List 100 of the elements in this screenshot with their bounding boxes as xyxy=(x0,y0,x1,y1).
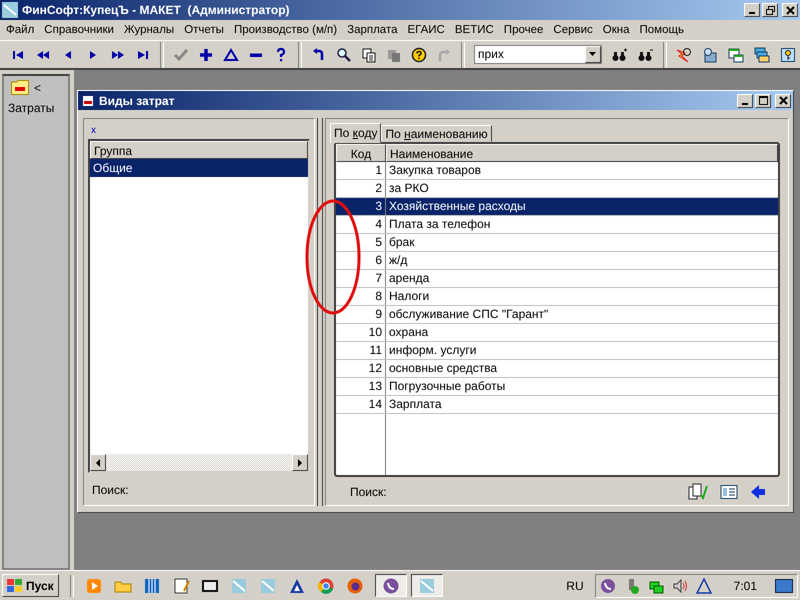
maximize-button[interactable] xyxy=(755,94,771,108)
code-cell: 9 xyxy=(336,306,386,323)
taskbar-button[interactable] xyxy=(410,574,443,597)
code-cell: 2 xyxy=(336,180,386,197)
tab[interactable]: По наименованию xyxy=(381,125,492,142)
table-row[interactable]: 14 Зарплата xyxy=(336,396,778,414)
plus-icon[interactable] xyxy=(198,46,214,62)
close-icon xyxy=(778,96,788,105)
table-row[interactable]: 8 Налоги xyxy=(336,288,778,306)
minimize-icon xyxy=(749,12,755,14)
table-row[interactable]: 10 охрана xyxy=(336,324,778,342)
restore-icon xyxy=(766,6,774,14)
menu-item[interactable]: Справочники xyxy=(39,24,119,36)
name-cell-text: Зарплата xyxy=(388,396,443,413)
group-marker: x xyxy=(90,125,96,138)
start-button[interactable]: Пуск xyxy=(2,574,59,597)
lightning-search-icon[interactable] xyxy=(676,46,693,62)
triangle-logo-icon[interactable] xyxy=(696,578,712,594)
name-cell-text: брак xyxy=(388,234,416,251)
search-label: Поиск: xyxy=(350,485,387,499)
checkmark-icon[interactable] xyxy=(173,46,189,62)
search-label: Поиск: xyxy=(91,482,130,497)
code-cell: 8 xyxy=(336,288,386,305)
scroll-right-icon[interactable] xyxy=(298,458,302,466)
column-header[interactable]: Код xyxy=(336,144,386,162)
menu-item[interactable]: Помощь xyxy=(634,24,689,36)
menu-item[interactable]: Зарплата xyxy=(342,24,402,36)
triangle-icon[interactable] xyxy=(223,46,239,62)
menu-item[interactable]: Отчеты xyxy=(179,24,229,36)
code-cell: 11 xyxy=(336,342,386,359)
name-cell-text: Хозяйственные расходы xyxy=(388,198,527,215)
windows-icon[interactable] xyxy=(728,46,745,62)
name-cell-text: аренда xyxy=(388,270,430,287)
menu-item[interactable]: Сервис xyxy=(548,24,598,36)
table-row[interactable]: 4 Плата за телефон xyxy=(336,216,778,234)
list-window-icon[interactable] xyxy=(720,484,738,500)
desktop-icon[interactable] xyxy=(775,578,793,592)
column-header[interactable]: Группа xyxy=(90,141,308,159)
menu-item[interactable]: Журналы xyxy=(118,24,180,36)
name-cell-text: охрана xyxy=(388,324,430,341)
menu-item[interactable]: ВЕТИС xyxy=(450,24,499,36)
horizontal-scrollbar[interactable] xyxy=(90,454,308,471)
name-cell-text: ж/д xyxy=(388,252,408,269)
code-cell: 5 xyxy=(336,234,386,251)
minimize-button[interactable] xyxy=(737,94,753,108)
scroll-left-icon[interactable] xyxy=(96,458,100,466)
close-button[interactable] xyxy=(782,3,798,17)
window-icon xyxy=(83,96,93,106)
table-row[interactable]: 7 аренда xyxy=(336,270,778,288)
code-cell: 7 xyxy=(336,270,386,287)
binoculars-plus-icon[interactable] xyxy=(611,46,628,62)
table-row[interactable]: 1 Закупка товаров xyxy=(336,162,778,180)
speaker-icon[interactable] xyxy=(672,578,688,594)
table-row[interactable]: 6 ж/д xyxy=(336,252,778,270)
menu-item[interactable]: Производство (м/п) xyxy=(228,24,342,36)
code-cell: 1 xyxy=(336,162,386,179)
menu-item[interactable]: Файл xyxy=(1,24,40,36)
menu-item[interactable]: Окна xyxy=(598,24,635,36)
table-row[interactable]: 13 Погрузочные работы xyxy=(336,378,778,396)
search-combo[interactable]: прих xyxy=(474,45,602,64)
documents-check-icon[interactable] xyxy=(688,483,708,501)
collapse-arrow[interactable]: < xyxy=(34,80,42,94)
code-cell: 12 xyxy=(336,360,386,377)
table-row[interactable]: 12 основные средства xyxy=(336,360,778,378)
table-row[interactable]: 3 Хозяйственные расходы xyxy=(336,198,778,216)
binoculars-minus-icon[interactable] xyxy=(637,46,654,62)
column-header[interactable]: Наименование xyxy=(386,144,778,162)
window-title: ФинСофт:КупецЪ - МАКЕТ (Администратор) xyxy=(22,3,290,17)
language-indicator[interactable]: RU xyxy=(566,578,584,592)
help-circle-icon[interactable] xyxy=(411,46,427,62)
notepad-icon[interactable] xyxy=(172,576,190,594)
restore-button[interactable] xyxy=(762,3,778,17)
group-row[interactable]: Общие xyxy=(90,159,308,177)
name-cell-text: основные средства xyxy=(388,360,498,377)
taskbar-button[interactable] xyxy=(374,574,407,597)
copy-icon[interactable] xyxy=(361,46,377,62)
sidebar-label[interactable]: Затраты xyxy=(8,101,64,115)
maximize-icon xyxy=(758,96,768,105)
table-row[interactable]: 5 брак xyxy=(336,234,778,252)
folder-icon[interactable] xyxy=(11,80,29,95)
search-icon[interactable] xyxy=(336,46,352,62)
name-cell-text: Налоги xyxy=(388,288,430,305)
triangle-logo-icon[interactable] xyxy=(288,576,306,594)
menu-item[interactable]: ЕГАИС xyxy=(402,24,450,36)
code-cell: 4 xyxy=(336,216,386,233)
close-button[interactable] xyxy=(775,94,791,108)
name-cell-text: Погрузочные работы xyxy=(388,378,506,395)
code-cell: 10 xyxy=(336,324,386,341)
code-cell: 14 xyxy=(336,396,386,413)
code-cell: 6 xyxy=(336,252,386,269)
tab[interactable]: По коду xyxy=(330,123,382,143)
table-row[interactable]: 9 обслуживание СПС "Гарант" xyxy=(336,306,778,324)
back-arrow-icon[interactable] xyxy=(750,484,766,500)
menu-item[interactable]: Прочее xyxy=(498,24,548,36)
table-row[interactable]: 11 информ. услуги xyxy=(336,342,778,360)
cascade-icon[interactable] xyxy=(754,46,771,62)
minimize-button[interactable] xyxy=(744,3,760,17)
key-card-icon[interactable] xyxy=(780,46,797,62)
browser-icon[interactable] xyxy=(316,576,335,594)
window-search-icon[interactable] xyxy=(702,46,719,62)
